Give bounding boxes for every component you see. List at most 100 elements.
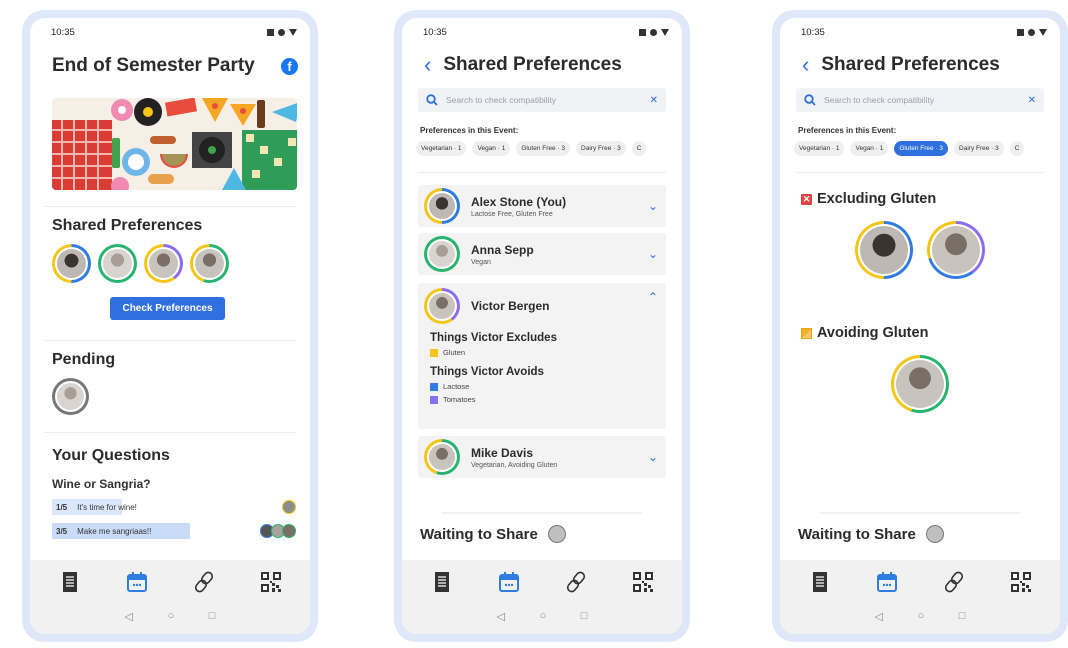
chip-dairy-free[interactable]: Dairy Free · 3 <box>954 141 1004 156</box>
wifi-icon <box>289 28 297 36</box>
answer-label: It's time for wine! <box>77 502 137 512</box>
avatar[interactable] <box>547 525 566 543</box>
avatar[interactable] <box>52 244 91 283</box>
qr-code-icon[interactable] <box>1007 568 1035 596</box>
person-card-alex[interactable]: Alex Stone (You) Lactose Free, Gluten Fre… <box>418 185 666 227</box>
phone-gluten-filter: 10:35 ‹ Shared Preferences Search to che… <box>772 10 1068 642</box>
chip-vegan[interactable]: Vegan · 1 <box>850 141 889 156</box>
avatar <box>424 188 460 224</box>
avoiding-gluten-heading: Avoiding Gluten <box>780 325 1060 341</box>
calendar-icon[interactable] <box>123 568 151 596</box>
system-back-icon[interactable]: ◁ <box>497 610 505 623</box>
search-placeholder: Search to check compatibility <box>446 95 557 105</box>
signal-icon <box>639 28 646 36</box>
avatar[interactable] <box>855 221 913 279</box>
avatar <box>424 439 460 475</box>
system-back-icon[interactable]: ◁ <box>875 610 883 623</box>
system-home-icon[interactable]: ○ <box>168 610 175 622</box>
system-home-icon[interactable]: ○ <box>918 610 925 622</box>
battery-icon <box>1028 28 1035 36</box>
system-back-icon[interactable]: ◁ <box>125 610 133 623</box>
screen: 10:35 End of Semester Party f Shared Pre… <box>30 18 310 634</box>
document-icon[interactable] <box>806 568 834 596</box>
battery-icon <box>650 28 657 36</box>
chevron-down-icon[interactable]: ⌄ <box>648 247 658 261</box>
link-icon[interactable] <box>562 568 590 596</box>
link-icon[interactable] <box>940 568 968 596</box>
your-questions-heading: Your Questions <box>52 447 170 464</box>
bottom-navigation: ◁ ○ □ <box>780 560 1060 634</box>
waiting-heading: Waiting to Share <box>798 525 916 543</box>
search-input[interactable]: Search to check compatibility ✕ <box>796 88 1044 112</box>
document-icon[interactable] <box>428 568 456 596</box>
clear-search-icon[interactable]: ✕ <box>650 95 658 106</box>
person-card-anna[interactable]: Anna Sepp Vegan ⌄ <box>418 233 666 275</box>
chip-vegetarian[interactable]: Vegetarian · 1 <box>416 141 467 156</box>
person-card-mike[interactable]: Mike Davis Vegetarian, Avoiding Gluten ⌄ <box>418 436 666 478</box>
chip-vegetarian[interactable]: Vegetarian · 1 <box>794 141 845 156</box>
pending-avatar[interactable] <box>52 378 89 415</box>
avatar[interactable] <box>98 244 137 283</box>
answer-row[interactable]: 3/5 Make me sangriaas!! <box>52 523 296 539</box>
avatar[interactable] <box>927 221 985 279</box>
document-icon[interactable] <box>56 568 84 596</box>
excluding-avatars <box>780 221 1060 279</box>
person-card-victor-expanded[interactable]: Victor Bergen ⌃ Things Victor Excludes G… <box>418 283 666 429</box>
link-icon[interactable] <box>190 568 218 596</box>
avatar[interactable] <box>891 355 949 413</box>
shared-preferences-heading: Shared Preferences <box>52 217 203 234</box>
calendar-icon[interactable] <box>495 568 523 596</box>
system-recents-icon[interactable]: □ <box>209 610 216 622</box>
chip-gluten-free-selected[interactable]: Gluten Free · 3 <box>894 141 949 156</box>
person-name: Victor Bergen <box>471 299 550 313</box>
back-chevron-icon[interactable]: ‹ <box>802 54 809 76</box>
system-recents-icon[interactable]: □ <box>581 610 588 622</box>
chip-gluten-free[interactable]: Gluten Free · 3 <box>516 141 571 156</box>
avoid-item: Lactose <box>430 382 658 391</box>
exclude-item: Gluten <box>430 348 658 357</box>
chevron-up-icon[interactable]: ⌃ <box>648 290 658 304</box>
qr-code-icon[interactable] <box>257 568 285 596</box>
avatar[interactable] <box>190 244 229 283</box>
avatar <box>282 500 296 514</box>
answer-count: 3/5 <box>56 526 68 536</box>
waiting-to-share: Waiting to Share <box>402 508 682 560</box>
answer-label: Make me sangriaas!! <box>77 526 152 536</box>
avoided-icon <box>801 327 812 339</box>
page-title: Shared Preferences <box>821 54 1000 75</box>
page-title: Shared Preferences <box>443 54 622 75</box>
system-home-icon[interactable]: ○ <box>540 610 547 622</box>
preference-chips: Vegetarian · 1 Vegan · 1 Gluten Free · 3… <box>794 141 1060 156</box>
search-input[interactable]: Search to check compatibility ✕ <box>418 88 666 112</box>
screen: 10:35 ‹ Shared Preferences Search to che… <box>780 18 1060 634</box>
answer-bar: 1/5 It's time for wine! <box>52 499 137 515</box>
chip-more[interactable]: C <box>1009 141 1025 156</box>
person-preferences: Vegetarian, Avoiding Gluten <box>471 461 558 469</box>
answer-bar: 3/5 Make me sangriaas!! <box>52 523 190 539</box>
check-preferences-button[interactable]: Check Preferences <box>110 297 225 320</box>
chevron-down-icon[interactable]: ⌄ <box>648 199 658 213</box>
qr-code-icon[interactable] <box>629 568 657 596</box>
avatar[interactable] <box>925 525 944 543</box>
waiting-to-share: Waiting to Share <box>780 508 1060 560</box>
search-icon <box>804 94 816 106</box>
chip-more[interactable]: C <box>631 141 647 156</box>
calendar-icon[interactable] <box>873 568 901 596</box>
avoid-item: Tomatoes <box>430 395 658 404</box>
chip-dairy-free[interactable]: Dairy Free · 3 <box>576 141 626 156</box>
avatar[interactable] <box>144 244 183 283</box>
system-recents-icon[interactable]: □ <box>959 610 966 622</box>
chevron-down-icon[interactable]: ⌄ <box>648 450 658 464</box>
chip-vegan[interactable]: Vegan · 1 <box>472 141 511 156</box>
bottom-navigation: ◁ ○ □ <box>30 560 310 634</box>
status-time: 10:35 <box>801 26 825 38</box>
pending-heading: Pending <box>52 351 116 368</box>
clear-search-icon[interactable]: ✕ <box>1028 95 1036 106</box>
status-bar: 10:35 <box>780 18 1060 46</box>
facebook-icon[interactable]: f <box>281 57 298 75</box>
search-placeholder: Search to check compatibility <box>824 95 935 105</box>
answer-row[interactable]: 1/5 It's time for wine! <box>52 499 296 515</box>
back-chevron-icon[interactable]: ‹ <box>424 54 431 76</box>
avoids-heading: Things Victor Avoids <box>430 366 544 378</box>
signal-icon <box>267 28 274 36</box>
